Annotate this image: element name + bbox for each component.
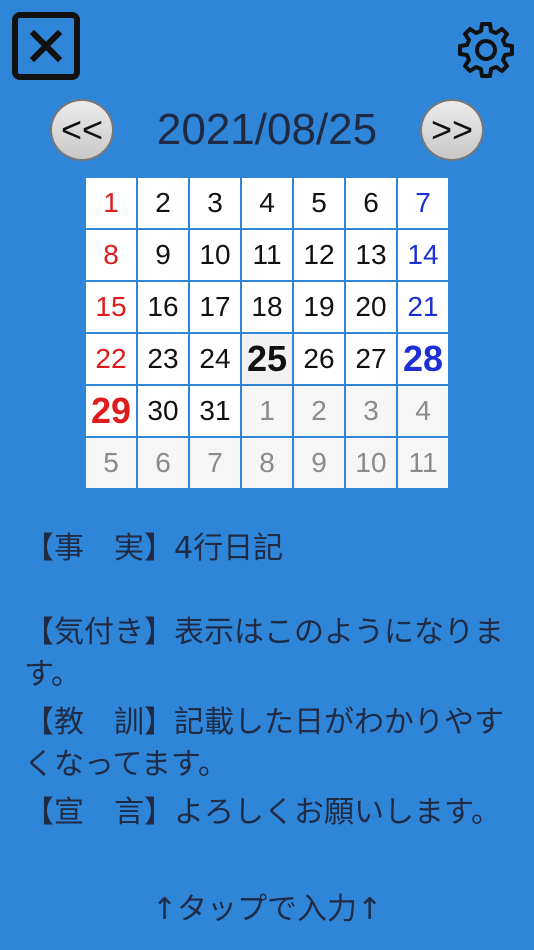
note-awareness: 【気付き】表示はこのようになります。 (24, 615, 504, 692)
calendar-day[interactable]: 7 (397, 177, 449, 229)
calendar-day-next-month[interactable]: 1 (241, 385, 293, 437)
calendar-day[interactable]: 11 (241, 229, 293, 281)
calendar-day[interactable]: 31 (189, 385, 241, 437)
gear-icon[interactable] (456, 20, 516, 80)
calendar-day[interactable]: 1 (85, 177, 137, 229)
note-declaration: 【宣 言】よろしくお願いします。 (24, 795, 501, 830)
close-button[interactable] (12, 12, 80, 80)
calendar-day[interactable]: 9 (137, 229, 189, 281)
calendar-day-next-month[interactable]: 10 (345, 437, 397, 489)
calendar-day[interactable]: 26 (293, 333, 345, 385)
calendar-day[interactable]: 6 (345, 177, 397, 229)
calendar-day-with-entry[interactable]: 29 (85, 385, 137, 437)
tap-to-input-hint[interactable]: ↑タップで入力↑ (0, 884, 534, 928)
calendar-day[interactable]: 24 (189, 333, 241, 385)
calendar-day[interactable]: 12 (293, 229, 345, 281)
calendar-day-selected[interactable]: 25 (241, 333, 293, 385)
calendar-day[interactable]: 3 (189, 177, 241, 229)
calendar-day[interactable]: 4 (241, 177, 293, 229)
calendar-day[interactable]: 15 (85, 281, 137, 333)
calendar-day-with-entry[interactable]: 28 (397, 333, 449, 385)
calendar-day[interactable]: 8 (85, 229, 137, 281)
note-lesson: 【教 訓】記載した日がわかりやすくなってます。 (24, 705, 504, 782)
calendar-day[interactable]: 20 (345, 281, 397, 333)
calendar-day-next-month[interactable]: 3 (345, 385, 397, 437)
calendar-day[interactable]: 30 (137, 385, 189, 437)
calendar-day[interactable]: 16 (137, 281, 189, 333)
current-date: 2021/08/25 (156, 105, 378, 154)
diary-notes[interactable]: 【事 実】4行日記 【気付き】表示はこのようになります。 【教 訓】記載した日が… (24, 528, 524, 834)
calendar-day[interactable]: 2 (137, 177, 189, 229)
calendar-day-next-month[interactable]: 11 (397, 437, 449, 489)
calendar-day-next-month[interactable]: 9 (293, 437, 345, 489)
calendar-day[interactable]: 27 (345, 333, 397, 385)
next-month-button[interactable]: >> (420, 99, 484, 161)
calendar-day[interactable]: 17 (189, 281, 241, 333)
prev-month-button[interactable]: << (50, 99, 114, 161)
calendar-day[interactable]: 19 (293, 281, 345, 333)
calendar-day[interactable]: 22 (85, 333, 137, 385)
calendar-day-next-month[interactable]: 4 (397, 385, 449, 437)
calendar-day[interactable]: 23 (137, 333, 189, 385)
calendar-day[interactable]: 18 (241, 281, 293, 333)
calendar-grid: 1 2 3 4 5 6 7 8 9 10 11 12 13 14 15 16 1… (85, 177, 449, 489)
calendar-day-next-month[interactable]: 5 (85, 437, 137, 489)
calendar-day-next-month[interactable]: 7 (189, 437, 241, 489)
close-icon (29, 29, 63, 63)
note-fact: 【事 実】4行日記 (24, 531, 284, 566)
calendar-day-next-month[interactable]: 2 (293, 385, 345, 437)
calendar-day[interactable]: 21 (397, 281, 449, 333)
calendar-day-next-month[interactable]: 8 (241, 437, 293, 489)
calendar-day[interactable]: 10 (189, 229, 241, 281)
calendar-day[interactable]: 5 (293, 177, 345, 229)
calendar-day[interactable]: 14 (397, 229, 449, 281)
calendar-day[interactable]: 13 (345, 229, 397, 281)
calendar-day-next-month[interactable]: 6 (137, 437, 189, 489)
